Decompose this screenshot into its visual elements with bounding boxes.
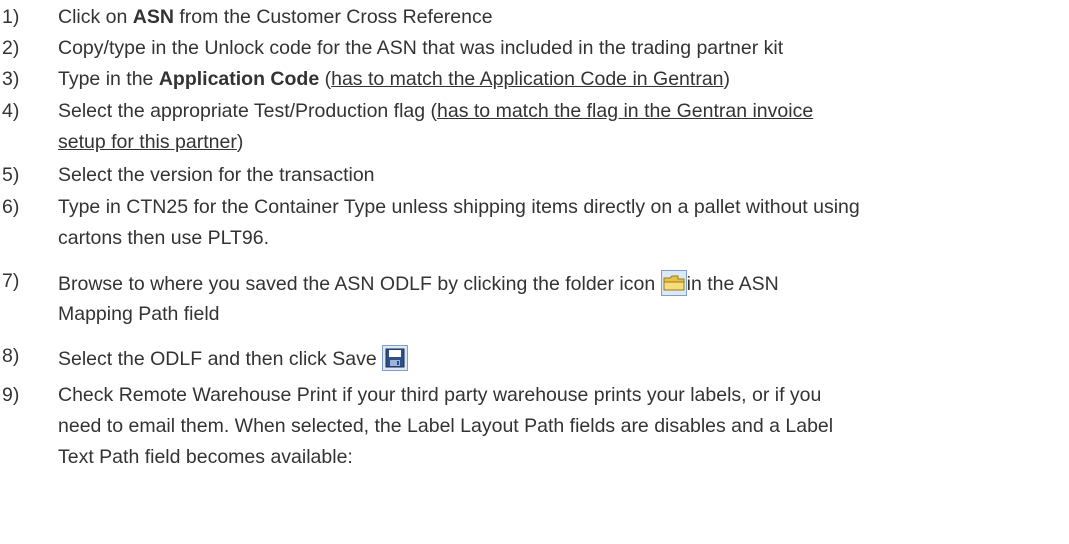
save-icon: [382, 345, 409, 377]
step-text-continued: cartons then use PLT96.: [58, 227, 270, 249]
step-text-continued: need to email them. When selected, the L…: [58, 415, 834, 437]
step-number: 2): [2, 37, 20, 59]
step-text: Click on ASN from the Customer Cross Ref…: [58, 6, 493, 28]
step-number: 1): [2, 6, 20, 28]
step-text: Type in CTN25 for the Container Type unl…: [58, 196, 860, 218]
step-text: Copy/type in the Unlock code for the ASN…: [58, 37, 784, 59]
step-text-continued: Mapping Path field: [58, 303, 220, 325]
step-number: 8): [2, 345, 20, 367]
step-number: 3): [2, 68, 20, 90]
step-text: Type in the Application Code (has to mat…: [58, 68, 731, 90]
step-number: 6): [2, 196, 20, 218]
step-text-continued: setup for this partner): [58, 131, 244, 153]
step-text: Select the ODLF and then click Save: [58, 345, 1063, 377]
step-number: 4): [2, 100, 20, 122]
instructions-document: 1) Click on ASN from the Customer Cross …: [0, 0, 1069, 544]
folder-icon: [660, 270, 687, 302]
step-number: 5): [2, 164, 20, 186]
step-text: Check Remote Warehouse Print if your thi…: [58, 384, 822, 406]
step-number: 7): [2, 270, 20, 292]
step-text: Select the version for the transaction: [58, 164, 375, 186]
step-text: Browse to where you saved the ASN ODLF b…: [58, 270, 1063, 302]
step-number: 9): [2, 384, 20, 406]
step-text: Select the appropriate Test/Production f…: [58, 100, 814, 122]
step-text-continued: Text Path field becomes available:: [58, 446, 353, 468]
